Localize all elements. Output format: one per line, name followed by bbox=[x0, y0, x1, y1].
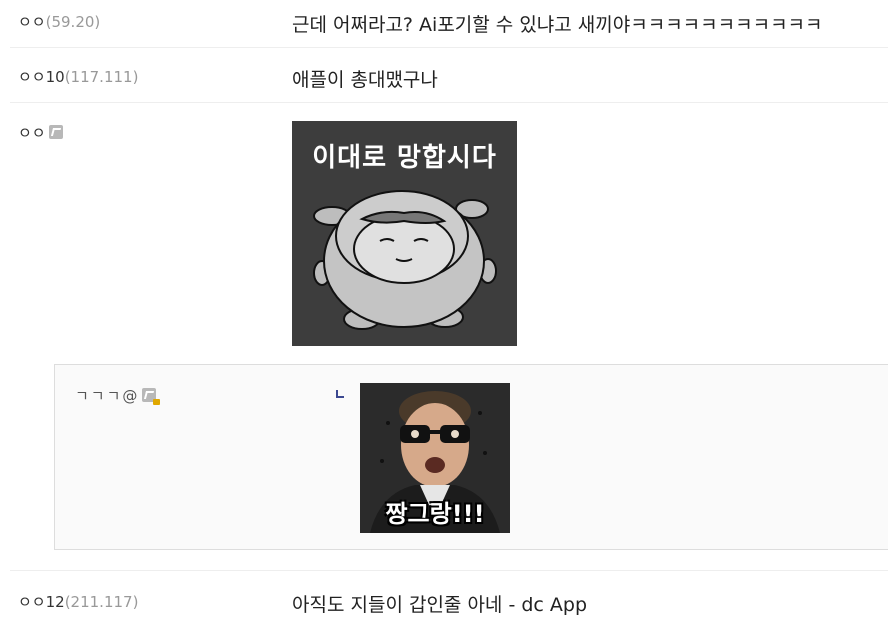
gallog-locked-icon[interactable] bbox=[142, 388, 161, 405]
reply-box: ㄱㄱㄱ@ 짱그랑!!! bbox=[54, 364, 888, 550]
comment-list: ㅇㅇ(59.20) 근데 어쩌라고? Ai포기할 수 있냐고 새끼야ㅋㅋㅋㅋㅋㅋ… bbox=[0, 0, 888, 618]
ip-address: (59.20) bbox=[45, 13, 101, 31]
nickname-text[interactable]: ㅇㅇ10 bbox=[18, 68, 65, 86]
dccon-image[interactable]: 이대로 망합시다 bbox=[292, 121, 517, 346]
reply-nickname[interactable]: ㄱㄱㄱ@ bbox=[75, 385, 161, 406]
nickname-text[interactable]: ㄱㄱㄱ@ bbox=[75, 387, 139, 405]
comment-row: ㅇㅇ(59.20) 근데 어쩌라고? Ai포기할 수 있냐고 새끼야ㅋㅋㅋㅋㅋㅋ… bbox=[10, 0, 888, 48]
comment-text: 근데 어쩌라고? Ai포기할 수 있냐고 새끼야ㅋㅋㅋㅋㅋㅋㅋㅋㅋㅋㅋ bbox=[292, 14, 823, 36]
comment-row: ㅇㅇ10(117.111) 애플이 총대맸구나 bbox=[10, 48, 888, 103]
nickname-text[interactable]: ㅇㅇ bbox=[18, 13, 46, 31]
comment-row: ㅇㅇ 이대로 망합시다 bbox=[10, 103, 888, 361]
dccon-image[interactable]: 짱그랑!!! bbox=[360, 383, 510, 533]
sheep-character-icon bbox=[313, 190, 497, 330]
ip-address: (117.111) bbox=[64, 68, 139, 86]
reply-arrow-icon bbox=[336, 390, 344, 398]
comment-nickname[interactable]: ㅇㅇ12(211.117) bbox=[18, 591, 138, 612]
nickname-text[interactable]: ㅇㅇ bbox=[18, 124, 46, 142]
nickname-text[interactable]: ㅇㅇ12 bbox=[18, 593, 65, 611]
lock-icon bbox=[153, 399, 161, 405]
comment-nickname[interactable]: ㅇㅇ10(117.111) bbox=[18, 66, 138, 87]
dccon-caption: 짱그랑!!! bbox=[385, 500, 485, 528]
comment-text: 애플이 총대맸구나 bbox=[292, 69, 438, 91]
comment-nickname[interactable]: ㅇㅇ bbox=[18, 122, 63, 143]
comment-row: ㅇㅇ12(211.117) 아직도 지들이 갑인줄 아네 - dc App bbox=[10, 570, 888, 618]
comment-text: 아직도 지들이 갑인줄 아네 - dc App bbox=[292, 594, 587, 616]
gallog-icon[interactable] bbox=[48, 125, 63, 139]
ip-address: (211.117) bbox=[64, 593, 139, 611]
comment-nickname[interactable]: ㅇㅇ(59.20) bbox=[18, 11, 100, 32]
